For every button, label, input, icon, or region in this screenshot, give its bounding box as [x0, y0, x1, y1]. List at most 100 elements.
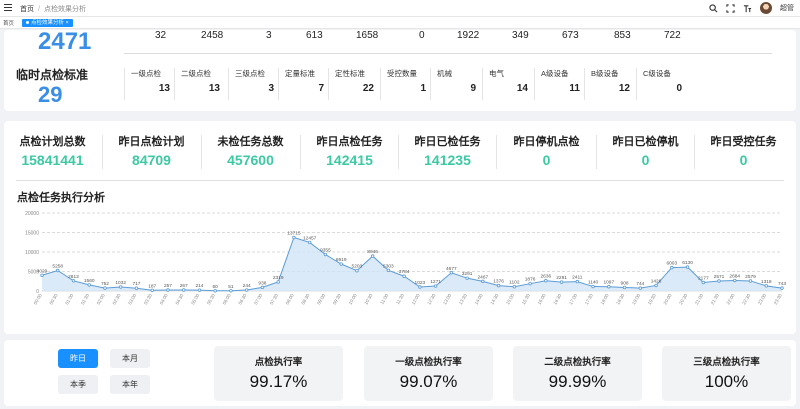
data-point: [544, 279, 548, 283]
data-point: [166, 288, 170, 292]
data-label: 2613: [68, 274, 79, 280]
data-label: 257: [164, 283, 172, 289]
kpi-divider: [496, 135, 497, 169]
data-point: [780, 286, 784, 290]
data-point: [119, 285, 123, 289]
task-execution-chart: 200001500010000500004029525826131560752 1…: [25, 211, 786, 306]
data-label: 4029: [37, 268, 48, 274]
task-analysis-panel: 点检计划总数 15841441 昨日点检计划 84709 未检任务总数 457600 …: [4, 121, 796, 334]
search-icon[interactable]: [709, 3, 718, 13]
x-tick-label: 03:00: [127, 293, 137, 306]
data-label: 938: [258, 280, 266, 286]
data-point: [40, 273, 44, 277]
stat-level1: 一级点检 13: [124, 68, 174, 100]
stat-label: B级设备: [591, 69, 619, 78]
temp-standard-title: 临时点检标准: [16, 68, 89, 82]
data-label: 3784: [399, 269, 410, 275]
kpi-label: 昨日点检计划: [118, 136, 185, 148]
data-label: 1426: [651, 278, 662, 284]
rate-card-overall: 点检执行率 99.17%: [214, 346, 343, 401]
stat-label: 电气: [489, 69, 504, 78]
data-point: [87, 283, 91, 287]
data-label: 2684: [729, 274, 740, 280]
menu-toggle-icon[interactable]: [4, 4, 12, 12]
data-label: 2319: [273, 275, 284, 281]
data-point: [748, 279, 753, 283]
x-tick-label: 16:30: [552, 293, 562, 306]
x-tick-label: 19:30: [647, 293, 657, 306]
tab-effect-analysis[interactable]: 点检效果分析 ×: [22, 19, 73, 27]
data-point: [276, 280, 280, 284]
breadcrumb-separator: /: [38, 6, 40, 13]
data-point: [71, 279, 76, 283]
period-yesterday-button[interactable]: 昨日: [58, 349, 98, 368]
kpi-value: 15841441: [21, 152, 84, 168]
data-point: [575, 279, 580, 284]
period-year-button[interactable]: 本年: [110, 375, 150, 394]
period-quarter-button[interactable]: 本季: [58, 375, 98, 394]
username[interactable]: 超管: [780, 3, 794, 13]
data-point: [213, 289, 217, 293]
rate-value: 99.17%: [249, 372, 308, 391]
prev-row-total: 2471: [38, 30, 92, 55]
period-month-button[interactable]: 本月: [110, 349, 150, 368]
fullscreen-icon[interactable]: [726, 3, 735, 13]
rate-card-level1: 一级点检执行率 99.07%: [364, 346, 493, 401]
stat-controlled: 受控数量 1: [380, 68, 430, 100]
stat-value: 22: [362, 83, 374, 94]
stat-label: 定性标准: [335, 69, 365, 78]
kpi-value: 0: [542, 152, 551, 168]
data-label: 1271: [430, 279, 441, 285]
data-label: 3291: [462, 271, 473, 277]
data-point: [512, 285, 517, 289]
rate-label: 点检执行率: [254, 357, 303, 368]
rate-value: 100%: [704, 372, 749, 391]
prev-row-number: 1658: [356, 30, 379, 41]
kpi-label: 点检计划总数: [19, 136, 86, 148]
x-tick-label: 20:00: [663, 293, 673, 306]
data-label: 717: [132, 281, 140, 287]
data-label: 1032: [115, 280, 126, 286]
kpi-value: 141235: [424, 152, 471, 168]
x-tick-label: 01:00: [64, 293, 74, 306]
stat-value: 7: [318, 83, 324, 94]
stat-value: 12: [618, 83, 630, 94]
data-point: [402, 274, 406, 278]
x-tick-label: 21:30: [710, 293, 720, 306]
avatar[interactable]: [760, 2, 772, 14]
data-label: 9355: [320, 248, 331, 254]
x-tick-label: 15:30: [521, 293, 531, 306]
data-point: [481, 279, 485, 284]
stat-label: 受控数量: [387, 69, 417, 78]
data-label: 1097: [603, 280, 614, 286]
stat-grade-c: C级设备 0: [636, 68, 686, 100]
rate-card-level2: 二级点检执行率 99.99%: [513, 346, 642, 401]
stat-quantitative: 定量标准 7: [278, 68, 328, 100]
x-tick-label: 04:00: [159, 293, 169, 306]
x-tick-label: 10:00: [348, 293, 358, 306]
kpi-label: 昨日已检任务: [414, 136, 481, 148]
x-tick-label: 07:30: [269, 293, 279, 306]
font-size-icon[interactable]: [743, 4, 752, 13]
breadcrumb-home[interactable]: 首页: [20, 6, 34, 13]
data-point: [591, 284, 595, 289]
temp-standard-total: 29: [38, 82, 63, 107]
data-label: 6003: [666, 261, 677, 267]
data-label: 5303: [383, 263, 394, 269]
data-point: [717, 279, 721, 283]
x-tick-label: 08:00: [285, 293, 295, 306]
x-tick-label: 16:00: [537, 293, 547, 306]
data-point: [701, 280, 705, 285]
kpi-unchecked-total: 未检任务总数 457600: [202, 133, 299, 173]
data-point: [654, 283, 658, 288]
data-label: 752: [101, 281, 109, 287]
data-label: 214: [195, 283, 203, 289]
stat-level2: 二级点检 13: [174, 68, 224, 100]
data-label: 908: [621, 280, 629, 286]
data-label: 2467: [478, 274, 489, 280]
tab-home[interactable]: 首页: [3, 19, 14, 27]
stat-value: 0: [676, 83, 682, 94]
x-tick-label: 10:30: [363, 293, 373, 306]
close-icon[interactable]: ×: [66, 20, 69, 26]
x-tick-label: 17:00: [568, 293, 578, 306]
